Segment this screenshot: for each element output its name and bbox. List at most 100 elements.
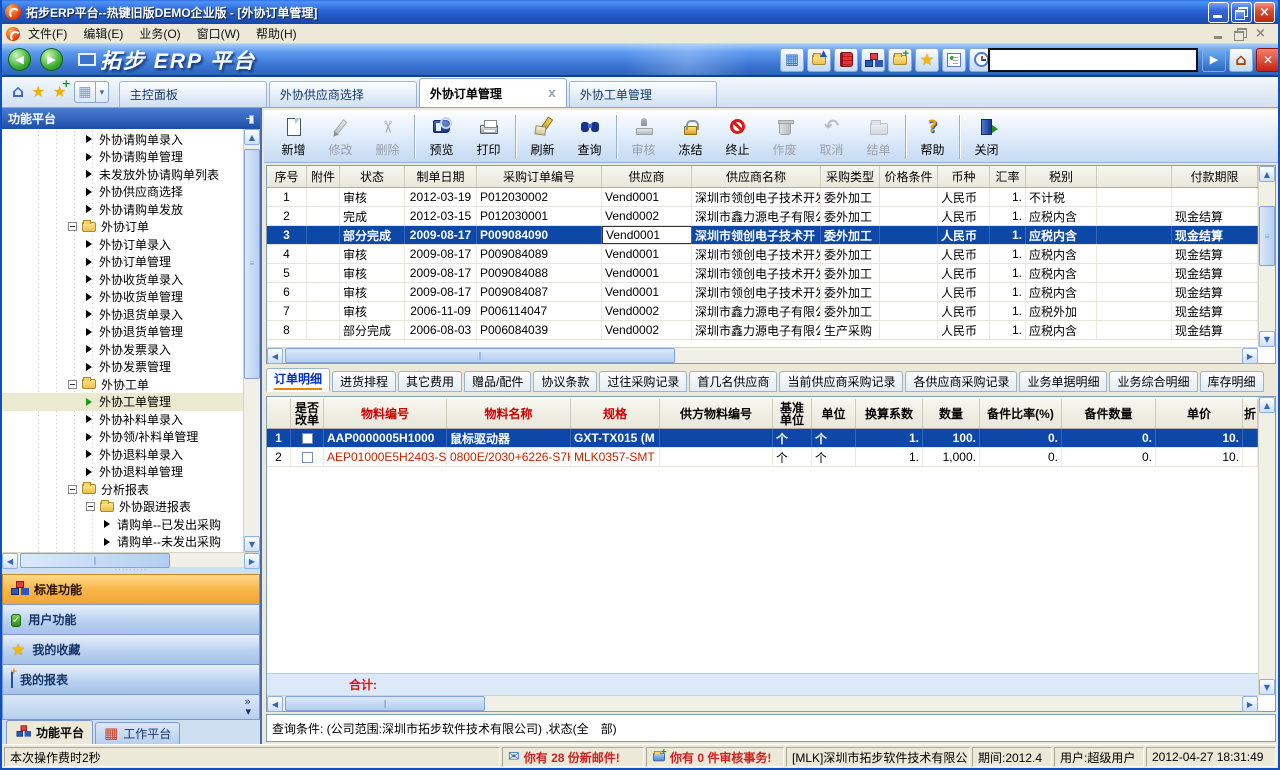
checkbox[interactable] <box>302 433 313 444</box>
home-report-icon[interactable]: ⌂ <box>1229 48 1253 72</box>
帮助-button[interactable]: ?帮助 <box>909 113 956 161</box>
tree-item[interactable]: 外协请购单管理 <box>2 148 243 166</box>
star-badge-icon[interactable]: ★ <box>915 48 939 72</box>
column-header[interactable] <box>1097 166 1172 187</box>
tree-item[interactable]: 外协供应商选择 <box>2 183 243 201</box>
modules-panel-icon[interactable]: ▦ <box>780 48 804 72</box>
column-header[interactable]: 备件比率(%) <box>980 399 1062 428</box>
tree-item[interactable]: 外协订单管理 <box>2 253 243 271</box>
detail-vertical-scrollbar[interactable]: ▲ ▼ <box>1258 397 1275 695</box>
order-row[interactable]: 1审核2012-03-19P012030002Vend0001深圳市领创电子技术… <box>267 188 1258 207</box>
mdi-restore-icon[interactable] <box>1232 27 1247 41</box>
tree-item[interactable]: 外协工单管理 <box>2 393 243 411</box>
column-header[interactable]: 单价 <box>1156 399 1243 428</box>
order-row[interactable]: 5审核2009-08-17P009084088Vend0001深圳市领创电子技术… <box>267 264 1258 283</box>
tree-item[interactable]: 未发放外协请购单列表 <box>2 166 243 184</box>
forward-icon[interactable]: ▶ <box>40 48 63 71</box>
tree-item[interactable]: 外协订单 <box>2 218 243 236</box>
column-header[interactable]: 供应商 <box>602 166 692 187</box>
终止-button[interactable]: 终止 <box>714 113 761 161</box>
mdi-minimize-icon[interactable] <box>1211 27 1226 41</box>
scroll-right-icon[interactable]: ▶ <box>1242 348 1258 364</box>
column-header[interactable]: 折 <box>1243 399 1258 428</box>
quick-search-input[interactable] <box>988 48 1198 72</box>
新增-button[interactable]: 新增 <box>270 113 317 161</box>
side-tab-功能平台[interactable]: 功能平台 <box>6 720 93 744</box>
column-header[interactable]: 序号 <box>267 166 307 187</box>
tree-vertical-scrollbar[interactable]: ▲ ≡ ▼ <box>243 129 260 552</box>
column-header[interactable]: 是否 改单 <box>291 399 324 428</box>
tree-item[interactable]: 外协请购单发放 <box>2 201 243 219</box>
side-tab-工作平台[interactable]: ▦工作平台 <box>95 722 180 744</box>
打印-button[interactable]: 打印 <box>465 113 512 161</box>
folder-add-icon[interactable]: + <box>888 48 912 72</box>
home-icon[interactable]: ⌂ <box>12 82 24 102</box>
detail-row[interactable]: 1AAP0000005H1000鼠标驱动器GXT-TX015 (M个个1.100… <box>267 429 1258 448</box>
tree-item[interactable]: 外协补料单录入 <box>2 411 243 429</box>
column-header[interactable]: 状态 <box>340 166 405 187</box>
sidebar-panel-标准功能[interactable]: 标准功能 <box>2 574 260 604</box>
tree-item[interactable]: 外协收货单录入 <box>2 271 243 289</box>
orders-vertical-scrollbar[interactable]: ▲ ≡ ▼ <box>1258 166 1275 347</box>
order-row[interactable]: 4审核2009-08-17P009084089Vend0001深圳市领创电子技术… <box>267 245 1258 264</box>
column-header[interactable]: 规格 <box>571 399 660 428</box>
column-header[interactable]: 制单日期 <box>405 166 477 187</box>
close-button[interactable]: × <box>1254 2 1275 23</box>
doc-tab-2[interactable]: 外协供应商选择 <box>269 81 417 107</box>
tree-item[interactable]: 外协跟进报表 <box>2 498 243 516</box>
scroll-thumb[interactable]: ∥ <box>285 348 675 363</box>
tree-item[interactable]: 外协领/补料单管理 <box>2 428 243 446</box>
collapse-icon[interactable] <box>68 222 77 231</box>
order-row[interactable]: 8部分完成2006-08-03P006084039Vend0002深圳市鑫力源电… <box>267 321 1258 340</box>
mdi-close-icon[interactable]: × <box>1253 27 1268 41</box>
panel-overflow-strip[interactable]: » ▾ <box>2 694 260 720</box>
restore-button[interactable] <box>1231 2 1252 23</box>
scroll-down-icon[interactable]: ▼ <box>1259 331 1275 347</box>
tree-item[interactable]: 外协退料单录入 <box>2 446 243 464</box>
scroll-thumb[interactable]: ≡ <box>1259 206 1275 266</box>
detail-tab-订单明细[interactable]: 订单明细 <box>266 368 330 392</box>
scroll-thumb[interactable]: ∥ <box>20 553 170 568</box>
orders-horizontal-scrollbar[interactable]: ◀ ∥ ▶ <box>267 347 1258 363</box>
查询-button[interactable]: 查询 <box>566 113 613 161</box>
favorite-star-icon[interactable]: ★ <box>31 82 45 101</box>
detail-tab-库存明细[interactable]: 库存明细 <box>1200 371 1264 392</box>
scroll-left-icon[interactable]: ◀ <box>267 348 283 364</box>
column-header[interactable]: 汇率 <box>990 166 1026 187</box>
detail-tab-业务综合明细[interactable]: 业务综合明细 <box>1109 371 1197 392</box>
collapse-icon[interactable] <box>86 502 95 511</box>
run-icon[interactable]: ▶ <box>1202 48 1226 72</box>
column-header[interactable]: 物料名称 <box>447 399 571 428</box>
column-header[interactable]: 采购类型 <box>821 166 880 187</box>
detail-horizontal-scrollbar[interactable]: ◀ ∥ ▶ <box>267 695 1258 711</box>
order-row[interactable]: 2完成2012-03-15P012030001Vend0002深圳市鑫力源电子有… <box>267 207 1258 226</box>
刷新-button[interactable]: 刷新 <box>519 113 566 161</box>
预览-button[interactable]: 预览 <box>418 113 465 161</box>
detail-tab-其它费用[interactable]: 其它费用 <box>398 371 462 392</box>
column-header[interactable]: 币种 <box>938 166 990 187</box>
tree-item[interactable]: 外协请购单录入 <box>2 131 243 149</box>
doc-tab-3[interactable]: 外协订单管理x <box>419 78 567 107</box>
scroll-thumb[interactable]: ∥ <box>285 696 485 711</box>
column-header[interactable]: 采购订单编号 <box>477 166 602 187</box>
status-audit[interactable]: + 你有 0 件审核事务! <box>646 747 784 767</box>
red-book-icon[interactable] <box>834 48 858 72</box>
scroll-thumb[interactable]: ≡ <box>244 149 260 379</box>
order-row[interactable]: 7审核2006-11-09P006114047Vend0002深圳市鑫力源电子有… <box>267 302 1258 321</box>
column-header[interactable]: 换算系数 <box>856 399 923 428</box>
column-header[interactable]: 价格条件 <box>880 166 938 187</box>
collapse-icon[interactable] <box>68 380 77 389</box>
org-chart-icon[interactable] <box>861 48 885 72</box>
sidebar-panel-我的收藏[interactable]: ★我的收藏 <box>2 634 260 664</box>
column-header[interactable]: 附件 <box>307 166 340 187</box>
exit-app-icon[interactable]: ✕ <box>1256 48 1278 72</box>
sidebar-panel-用户功能[interactable]: ✓用户功能 <box>2 604 260 634</box>
tree-item[interactable]: 外协订单录入 <box>2 236 243 254</box>
back-icon[interactable]: ◀ <box>8 48 31 71</box>
menu-item-window[interactable]: 窗口(W) <box>189 23 248 44</box>
scroll-right-icon[interactable]: ▶ <box>244 553 260 569</box>
tree-item[interactable]: 分析报表 <box>2 481 243 499</box>
tree-item[interactable]: 外协退料单管理 <box>2 463 243 481</box>
tree-horizontal-scrollbar[interactable]: ◀ ∥ ▶ <box>2 552 260 568</box>
chevron-down-icon[interactable]: ▾ <box>96 81 109 103</box>
